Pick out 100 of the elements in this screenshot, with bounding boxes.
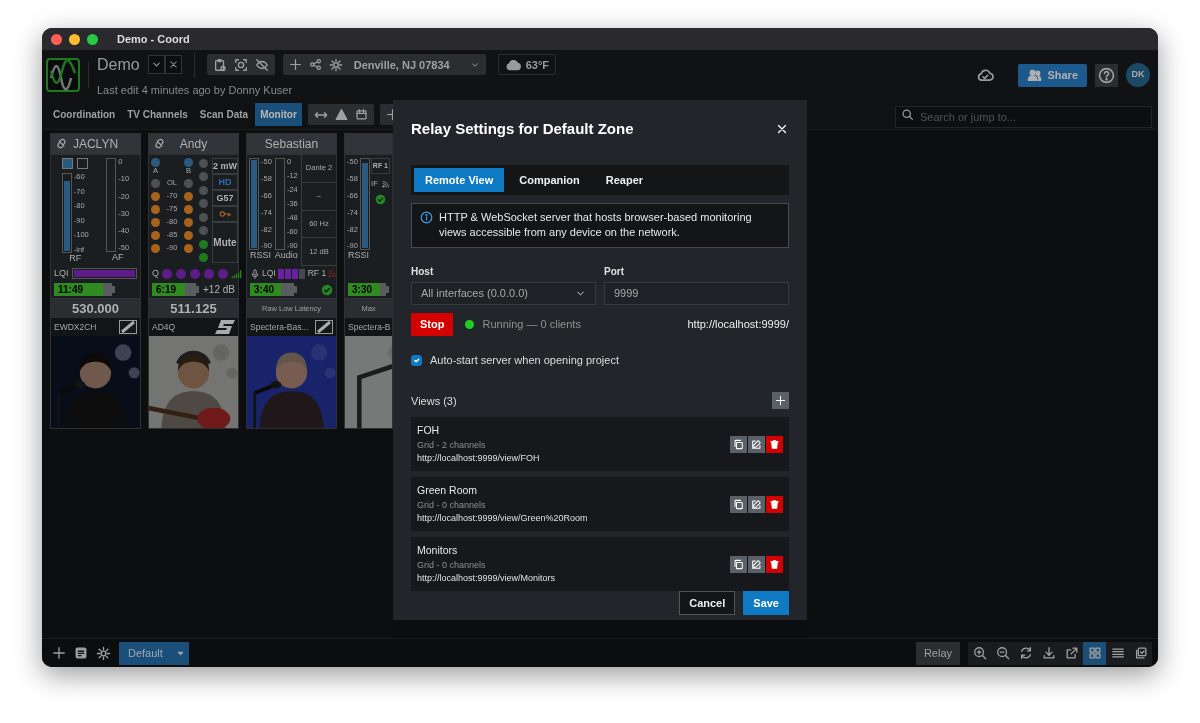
calendar-icon (354, 108, 368, 121)
channel-name: Andy (179, 136, 208, 153)
quality-dot (162, 268, 172, 279)
battery-fill: 3:30 (348, 283, 381, 296)
frequency-text: 511.125 (170, 299, 217, 318)
warning-icon (334, 108, 348, 121)
zoom-out-icon (995, 646, 1010, 660)
window-control-button[interactable] (51, 33, 62, 45)
dialog-tab[interactable]: Companion (508, 167, 591, 192)
battery-fill: 3:40 (250, 283, 281, 296)
field-label: Port (604, 264, 625, 279)
weather-temperature: 63°F (525, 57, 550, 73)
quality-dot (176, 268, 186, 279)
grid-icon (1087, 646, 1102, 660)
project-name: Demo (97, 54, 140, 75)
plus-icon[interactable] (52, 646, 66, 660)
view-tab[interactable]: Monitor (255, 103, 302, 126)
battery-fill: 6:19 (152, 283, 185, 296)
meter-label: RSSI (249, 251, 271, 261)
help-icon (1098, 66, 1115, 84)
save-button[interactable]: Save (743, 591, 789, 616)
view-url: http://localhost:9999/view/Green%20Room (417, 512, 589, 526)
edit-icon (751, 498, 762, 510)
microphone-icon (250, 268, 260, 279)
search-field[interactable]: Search or jump to... (895, 105, 1152, 128)
window-control-button[interactable] (69, 33, 80, 45)
edit-icon (751, 558, 762, 570)
model-name: EWDX2CH (54, 320, 97, 334)
quality-dot (204, 268, 214, 279)
copy-button[interactable] (730, 495, 747, 513)
quality-dot (218, 268, 228, 279)
copy-icon (733, 438, 744, 450)
dialog-tab[interactable]: Remote View (414, 167, 505, 192)
relay-button[interactable]: Relay (915, 641, 960, 665)
signal-arcs-icon (381, 180, 390, 188)
eye-slash-icon (254, 57, 269, 72)
grid-view-button[interactable] (1083, 641, 1106, 665)
device-tag: G57 (212, 190, 238, 206)
window-control-button[interactable] (87, 33, 98, 45)
copy-button[interactable] (730, 435, 747, 453)
dialog-title: Relay Settings for Default Zone (411, 119, 634, 139)
views-heading: Views (3) (411, 393, 457, 409)
stop-button[interactable]: Stop (411, 312, 454, 336)
view-name: Green Room (417, 482, 479, 498)
user-avatar[interactable]: DK (1126, 63, 1150, 87)
download-icon (1041, 646, 1056, 660)
settings-icon[interactable] (96, 645, 111, 661)
notes-icon[interactable] (74, 646, 88, 660)
server-url: http://localhost:9999/ (687, 317, 789, 333)
trash-icon (769, 438, 780, 450)
rf-channel-label: RF 1 (307, 267, 327, 280)
plus-icon (775, 395, 786, 407)
meter-label: AF (112, 253, 124, 263)
delete-button[interactable] (766, 435, 783, 453)
edit-button[interactable] (748, 435, 765, 453)
lqi-label: LQI (54, 266, 69, 280)
autostart-checkbox[interactable] (411, 354, 422, 366)
share-button[interactable]: Share (1018, 63, 1087, 87)
focus-frame-icon (233, 57, 248, 72)
view-detail: Grid - 0 channels (417, 558, 487, 572)
field-label: Host (411, 264, 435, 279)
view-name: FOH (417, 422, 441, 438)
battery-fill: 11:49 (54, 283, 104, 296)
signal-bars-icon (231, 268, 242, 279)
status-text: Running — 0 clients (482, 317, 581, 333)
mute-label: Mute (213, 235, 237, 250)
people-icon (1027, 67, 1043, 83)
channel-name: JACLYN (72, 136, 119, 153)
quality-dot (190, 268, 200, 279)
clipboard-icon (212, 57, 227, 72)
trash-icon (769, 558, 780, 570)
cancel-button[interactable]: Cancel (679, 591, 736, 616)
info-icon (420, 211, 433, 224)
add-view-button[interactable] (772, 392, 789, 410)
dropdown-button[interactable] (147, 55, 165, 75)
edit-button[interactable] (748, 495, 765, 513)
view-tab[interactable]: TV Channels (122, 103, 193, 126)
lqi-label: LQI (262, 267, 276, 280)
view-name: Monitors (417, 542, 459, 558)
view-tab[interactable]: Scan Data (194, 103, 254, 126)
dialog-tab[interactable]: Reaper (594, 167, 655, 192)
search-icon (901, 107, 914, 121)
cloud-sync-icon (976, 66, 995, 84)
list-icon (1110, 646, 1125, 660)
model-name: Spectera-Bas... (250, 320, 309, 334)
delete-button[interactable] (766, 555, 783, 573)
zoom-in-icon (972, 646, 987, 660)
view-tab[interactable]: Coordination (48, 103, 121, 126)
external-link-icon (1064, 646, 1079, 660)
gain-text: +12 dB (203, 283, 235, 297)
view-url: http://localhost:9999/view/FOH (417, 452, 541, 466)
plus-icon (288, 58, 302, 72)
delete-button[interactable] (766, 495, 783, 513)
zone-dropdown[interactable]: Default (119, 641, 189, 665)
refresh-icon (1018, 646, 1033, 660)
share-icon (308, 58, 322, 72)
help-button[interactable] (1095, 63, 1118, 87)
edit-button[interactable] (748, 555, 765, 573)
frequency-text: 530.000 (72, 299, 119, 318)
copy-button[interactable] (730, 555, 747, 573)
